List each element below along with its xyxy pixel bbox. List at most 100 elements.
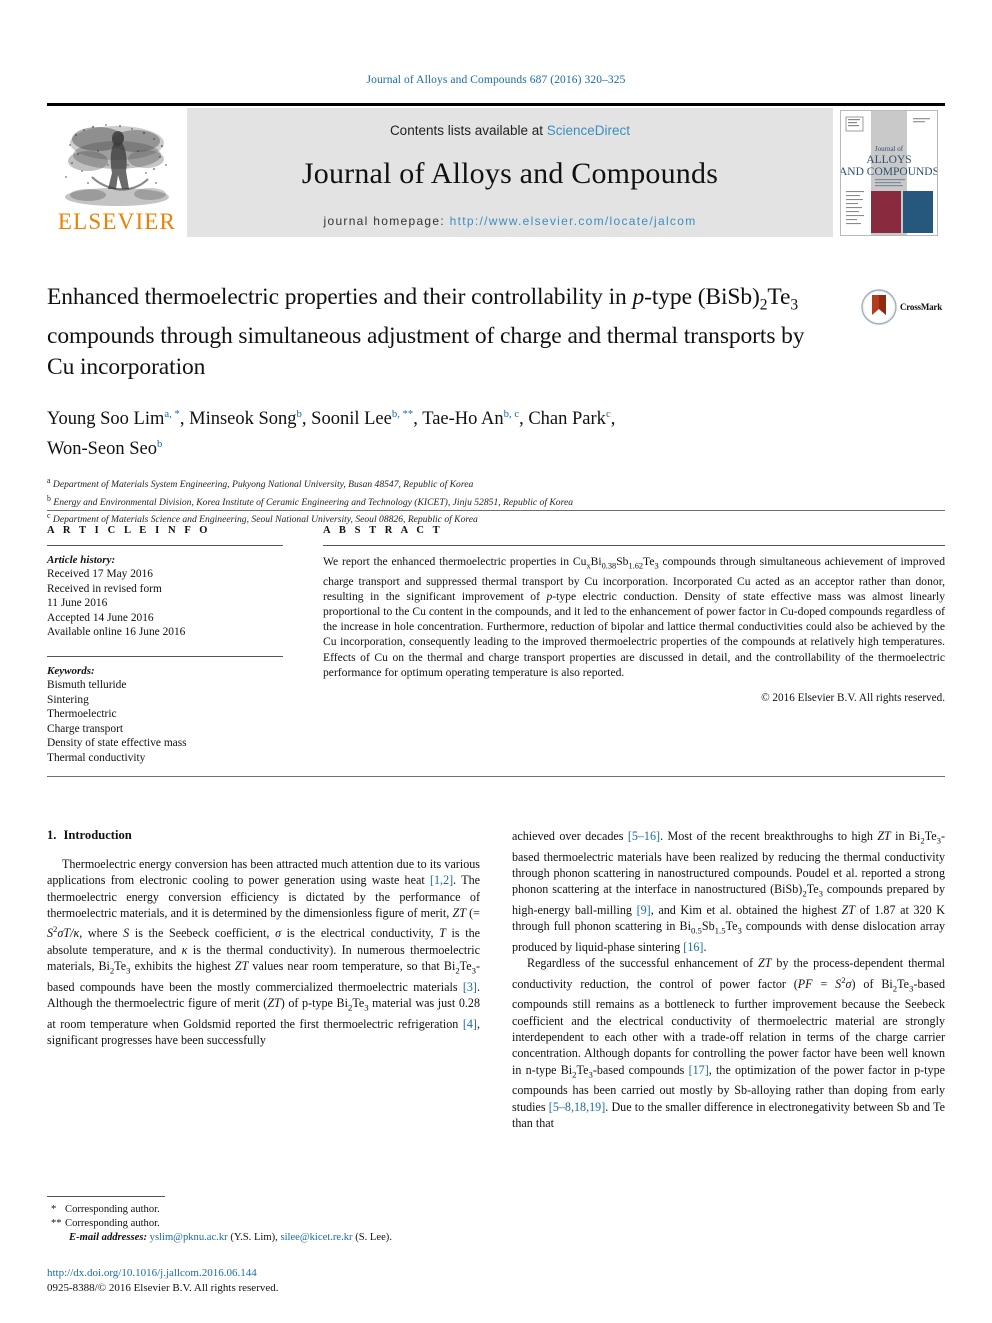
divider <box>323 545 945 546</box>
intro-paragraph-right-2: Regardless of the successful enhancement… <box>512 955 945 1131</box>
homepage-prefix: journal homepage: <box>323 214 450 228</box>
text-run: . <box>703 940 707 954</box>
italic-zt: ZT <box>841 903 855 917</box>
text-run: in Bi <box>890 829 921 843</box>
text-run: (= <box>465 905 480 920</box>
author-name: Young Soo Lim <box>47 408 165 429</box>
author-sep: , <box>179 408 190 429</box>
author-marks[interactable]: b, ** <box>392 408 413 420</box>
author-sep: , <box>519 408 529 429</box>
section-heading-introduction: 1. Introduction <box>47 828 480 843</box>
journal-band: Contents lists available at ScienceDirec… <box>187 108 833 237</box>
email-link-1[interactable]: yslim@pknu.ac.kr <box>150 1232 228 1243</box>
affiliation-text: Energy and Environmental Division, Korea… <box>53 496 574 508</box>
citation-ref[interactable]: [5–16] <box>628 829 660 843</box>
formula-sub: 0.5 <box>691 925 702 936</box>
email-label: E-mail addresses: <box>69 1232 147 1244</box>
journal-homepage-link[interactable]: http://www.elsevier.com/locate/jalcom <box>450 214 697 228</box>
text-run: achieved over decades <box>512 829 628 843</box>
contents-prefix: Contents lists available at <box>389 123 547 138</box>
keyword-item: Density of state effective mass <box>47 737 187 750</box>
title-block: CrossMark Enhanced thermoelectric proper… <box>47 282 945 527</box>
journal-cover-thumbnail: Journal of ALLOYS AND COMPOUNDS <box>840 109 938 236</box>
affiliation-text: Department of Materials System Engineeri… <box>52 479 474 491</box>
doi-block: http://dx.doi.org/10.1016/j.jallcom.2016… <box>47 1266 547 1295</box>
crossmark-label: CrossMark <box>900 302 943 312</box>
author-list: Young Soo Lima, *, Minseok Song b, Soonil… <box>47 402 877 462</box>
citation-ref[interactable]: [16] <box>683 940 703 954</box>
keyword-item: Charge transport <box>47 722 124 735</box>
text-run: Sb <box>701 919 715 934</box>
text-run: = <box>812 976 836 991</box>
abstract-part: -type electric conduction. Density of st… <box>323 589 945 679</box>
citation-ref[interactable]: [4] <box>463 1017 477 1031</box>
formula-sub: 1.5 <box>714 925 726 936</box>
keyword-item: Thermal conductivity <box>47 751 146 764</box>
author-name: Chan Park <box>528 408 606 429</box>
italic-zt: ZT <box>877 829 891 843</box>
running-head: Journal of Alloys and Compounds 687 (201… <box>366 74 626 86</box>
article-info-heading: A R T I C L E I N F O <box>47 525 211 536</box>
author-marks[interactable]: b <box>157 438 162 450</box>
article-history-item: Received in revised form <box>47 582 162 595</box>
doi-link[interactable]: http://dx.doi.org/10.1016/j.jallcom.2016… <box>47 1266 547 1280</box>
author-name: Soonil Lee <box>311 408 392 429</box>
page-title: Enhanced thermoelectric properties and t… <box>47 282 837 383</box>
citation-ref[interactable]: [17] <box>689 1063 709 1077</box>
footnote-corresponding-1: * Corresponding author. <box>47 1203 480 1217</box>
text-run: Te <box>576 1062 589 1077</box>
email-link-2[interactable]: silee@kicet.re.kr <box>280 1232 352 1243</box>
italic-zt: ZT <box>452 905 466 920</box>
article-history-item: Received 17 May 2016 <box>47 568 153 580</box>
text-run: is the electrical conductivity, <box>281 926 440 941</box>
footnote-emails: E-mail addresses: yslim@pknu.ac.kr (Y.S.… <box>47 1231 480 1245</box>
divider <box>47 655 283 657</box>
svg-text:AND COMPOUNDS: AND COMPOUNDS <box>841 166 937 178</box>
abstract-part: We report the enhanced thermoelectric pr… <box>323 555 587 568</box>
svg-text:Journal of: Journal of <box>875 145 904 153</box>
author-name: Won-Seon Seo <box>47 439 158 459</box>
text-run: Te <box>924 829 937 843</box>
article-info-abstract-box: A R T I C L E I N F O Article history: R… <box>47 510 945 777</box>
citation-ref[interactable]: [3] <box>463 980 477 994</box>
article-history-item: 11 June 2016 <box>47 597 108 610</box>
citation-ref[interactable]: [1,2] <box>430 873 453 887</box>
citation-ref[interactable]: [5–8,18,19] <box>549 1100 605 1114</box>
author-name: Tae-Ho An <box>422 408 504 429</box>
text-run: Te <box>806 882 819 897</box>
affiliation-mark: b <box>47 493 51 503</box>
text-run: . Most of the recent breakthroughs to hi… <box>660 829 878 843</box>
text-run: Te <box>897 976 910 991</box>
author-marks[interactable]: a, * <box>164 408 179 420</box>
formula-sub: 1.62 <box>628 561 644 571</box>
text-run: Regardless of the successful enhancement… <box>527 956 759 971</box>
author-marks[interactable]: b, c <box>504 408 519 420</box>
article-history-label: Article history: <box>47 554 116 566</box>
title-sub-3: 3 <box>790 296 799 314</box>
footnote-marker: * <box>51 1204 57 1215</box>
article-first-page: Journal of Alloys and Compounds 687 (201… <box>0 0 992 1323</box>
affiliation-item: b Energy and Environmental Division, Kor… <box>47 492 945 510</box>
elsevier-wordmark: ELSEVIER <box>57 209 177 234</box>
text-run: exhibits the highest <box>130 958 235 973</box>
email-owner-2: (S. Lee). <box>355 1232 392 1244</box>
author-sep: , <box>301 408 312 429</box>
abstract-part: Bi <box>590 555 602 568</box>
sciencedirect-link[interactable]: ScienceDirect <box>547 123 630 138</box>
footnote-text: Corresponding author. <box>65 1218 160 1230</box>
journal-masthead: ELSEVIER Contents lists available at Sci… <box>47 103 945 237</box>
footnote-text: Corresponding author. <box>65 1204 160 1215</box>
keyword-item: Sintering <box>47 693 89 706</box>
title-line2-c: compounds through simultaneous adjustmen… <box>47 322 562 349</box>
article-history-item: Accepted 14 June 2016 <box>47 611 154 624</box>
citation-ref[interactable]: [9] <box>637 903 651 917</box>
footnote-divider <box>47 1196 165 1197</box>
formula-sub: 0.38 <box>601 561 617 571</box>
italic-pf: PF <box>797 976 813 991</box>
text-run: Te <box>459 958 472 973</box>
text-run: values near room temperature, so that Bi <box>248 958 456 973</box>
journal-title: Journal of Alloys and Compounds <box>301 157 719 190</box>
right-column: achieved over decades [5–16]. Most of th… <box>512 828 945 1131</box>
text-run: Thermoelectric energy conversion has bee… <box>47 857 480 888</box>
crossmark-badge[interactable]: CrossMark <box>861 286 945 328</box>
